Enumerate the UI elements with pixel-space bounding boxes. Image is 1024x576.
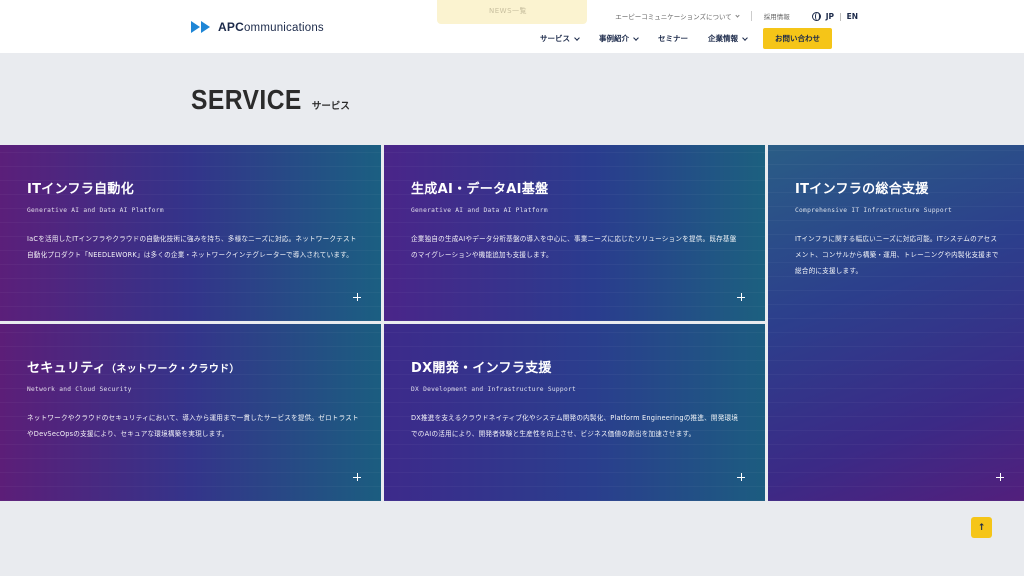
chevron-down-icon	[633, 34, 639, 41]
card-description: ネットワークやクラウドのセキュリティにおいて、導入から運用まで一貫したサービスを…	[27, 414, 359, 438]
card-title: ITインフラの総合支援	[795, 182, 929, 197]
logo-mark-icon	[191, 21, 210, 33]
lang-en-link[interactable]: EN	[847, 12, 858, 21]
plus-icon[interactable]	[353, 473, 361, 481]
lang-jp-link[interactable]: JP	[826, 12, 834, 21]
lang-divider: |	[839, 11, 842, 21]
card-title-suffix: （ネットワーク・クラウド）	[106, 364, 240, 375]
chevron-down-icon	[735, 12, 740, 18]
nav-item-cases[interactable]: 事例紹介	[599, 33, 639, 44]
back-to-top-button[interactable]: ↑	[971, 517, 992, 538]
section-heading: SERVICE サービス	[191, 84, 350, 116]
logo-text: APCommunications	[218, 20, 324, 34]
nav-label: サービス	[540, 34, 570, 43]
card-title: ITインフラ自動化	[27, 182, 135, 197]
nav-item-seminars[interactable]: セミナー	[658, 33, 688, 44]
section-title-en: SERVICE	[191, 84, 302, 115]
chevron-down-icon	[574, 34, 580, 41]
card-content: 生成AI・データAI基盤 Generative AI and Data AI P…	[411, 178, 743, 263]
chevron-down-icon	[742, 34, 748, 41]
service-card-it-support[interactable]: ITインフラの総合支援 Comprehensive IT Infrastruct…	[768, 145, 1024, 501]
card-content: ITインフラ自動化 Generative AI and Data AI Plat…	[27, 178, 359, 263]
card-subtitle: Network and Cloud Security	[27, 386, 132, 393]
news-list-tab[interactable]: NEWS一覧	[437, 0, 587, 24]
nav-label: 企業情報	[708, 34, 738, 43]
plus-icon[interactable]	[737, 293, 745, 301]
utility-nav: エーピーコミュニケーションズについて 採用情報 JP | EN	[615, 11, 858, 21]
card-title: 生成AI・データAI基盤	[411, 182, 549, 197]
card-description: DX推進を支えるクラウドネイティブ化やシステム開発の内製化、Platform E…	[411, 414, 739, 438]
card-title: セキュリティ（ネットワーク・クラウド）	[27, 361, 240, 376]
divider	[750, 11, 752, 21]
about-link[interactable]: エーピーコミュニケーションズについて	[615, 11, 740, 21]
nav-item-services[interactable]: サービス	[540, 33, 580, 44]
contact-button[interactable]: お問い合わせ	[763, 28, 832, 49]
site-header: NEWS一覧 APCommunications エーピーコミュニケーションズにつ…	[0, 0, 1024, 53]
recruit-link[interactable]: 採用情報	[764, 11, 790, 21]
nav-label: 事例紹介	[599, 34, 629, 43]
service-card-dx-development[interactable]: DX開発・インフラ支援 DX Development and Infrastru…	[384, 324, 765, 501]
plus-icon[interactable]	[353, 293, 361, 301]
card-subtitle: Comprehensive IT Infrastructure Support	[795, 207, 952, 214]
site-logo[interactable]: APCommunications	[191, 20, 324, 34]
card-subtitle: DX Development and Infrastructure Suppor…	[411, 386, 577, 393]
card-content: セキュリティ（ネットワーク・クラウド） Network and Cloud Se…	[27, 357, 359, 442]
card-content: DX開発・インフラ支援 DX Development and Infrastru…	[411, 357, 743, 442]
service-card-genai-platform[interactable]: 生成AI・データAI基盤 Generative AI and Data AI P…	[384, 145, 765, 321]
card-description: IaCを活用したITインフラやクラウドの自動化技術に強みを持ち、多様なニーズに対…	[27, 235, 357, 259]
main-nav: サービス 事例紹介 セミナー 企業情報 お問い合わせ	[520, 28, 832, 49]
nav-label: セミナー	[658, 34, 688, 43]
card-subtitle: Generative AI and Data AI Platform	[411, 207, 548, 214]
section-title-ja: サービス	[311, 101, 350, 112]
nav-item-company[interactable]: 企業情報	[708, 33, 748, 44]
service-card-it-automation[interactable]: ITインフラ自動化 Generative AI and Data AI Plat…	[0, 145, 381, 321]
card-description: 企業独自の生成AIやデータ分析基盤の導入を中心に、事業ニーズに応じたソリューショ…	[411, 235, 737, 259]
card-description: ITインフラに関する幅広いニーズに対応可能。ITシステムのアセスメント、コンサル…	[795, 235, 999, 275]
card-title: DX開発・インフラ支援	[411, 361, 552, 376]
card-content: ITインフラの総合支援 Comprehensive IT Infrastruct…	[795, 178, 1002, 279]
globe-icon	[811, 11, 821, 21]
plus-icon[interactable]	[737, 473, 745, 481]
plus-icon[interactable]	[996, 473, 1004, 481]
card-subtitle: Generative AI and Data AI Platform	[27, 207, 164, 214]
service-card-security[interactable]: セキュリティ（ネットワーク・クラウド） Network and Cloud Se…	[0, 324, 381, 501]
about-link-label: エーピーコミュニケーションズについて	[615, 13, 732, 21]
language-switcher: JP | EN	[811, 11, 858, 21]
